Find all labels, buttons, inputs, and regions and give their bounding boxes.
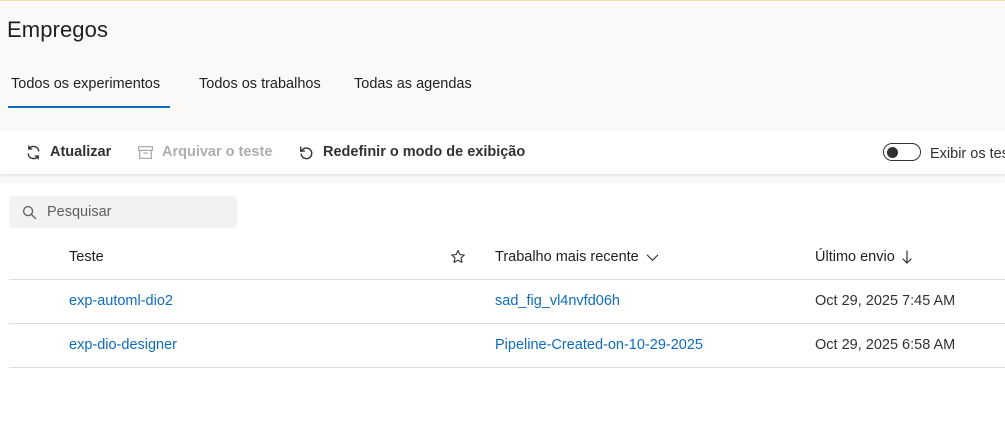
experiment-link[interactable]: exp-automl-dio2 [69,279,173,323]
show-toggle[interactable] [883,143,921,161]
latest-job-link[interactable]: Pipeline-Created-on-10-29-2025 [495,323,703,367]
reset-view-button[interactable]: Redefinir o modo de exibição [298,130,525,174]
experiment-link[interactable]: exp-dio-designer [69,323,177,367]
search-icon [22,205,37,219]
show-toggle-label: Exibir os tes [930,146,1005,162]
archive-experiment-button[interactable]: Arquivar o teste [137,130,272,174]
tab-all-schedules[interactable]: Todas as agendas [354,76,472,92]
latest-job-link[interactable]: sad_fig_vl4nvfd06h [495,279,620,323]
table-row[interactable]: exp-automl-dio2 sad_fig_vl4nvfd06h Oct 2… [9,279,1005,324]
page-title: Empregos [7,17,109,42]
top-accent-line [0,0,1005,1]
table-header: Teste Trabalho mais recente Último envio [9,235,1005,280]
tab-all-experiments[interactable]: Todos os experimentos [11,76,160,92]
archive-label: Arquivar o teste [162,144,273,160]
command-bar: Atualizar Arquivar o teste Redefinir o m… [0,130,1005,174]
refresh-icon [27,144,40,160]
star-icon [451,249,465,263]
search-input[interactable] [47,204,217,220]
chevron-down-icon [646,254,658,261]
last-submitted-value: Oct 29, 2025 6:58 AM [815,337,956,353]
column-header-latest-job-label: Trabalho mais recente [495,249,639,265]
reset-view-label: Redefinir o modo de exibição [323,144,526,160]
tab-all-jobs[interactable]: Todos os trabalhos [199,76,321,92]
column-header-last-submitted-label: Último envio [815,249,895,265]
table-row[interactable]: exp-dio-designer Pipeline-Created-on-10-… [9,323,1005,368]
search-box[interactable] [9,196,237,228]
refresh-button[interactable]: Atualizar [25,130,111,174]
archive-icon [137,145,154,159]
active-tab-indicator [8,106,170,108]
column-header-last-submitted[interactable]: Último envio [815,235,913,279]
column-header-latest-job[interactable]: Trabalho mais recente [495,235,660,279]
reset-icon [299,145,313,159]
favorite-column[interactable] [450,235,466,279]
experiments-panel: Teste Trabalho mais recente Último envio… [0,183,1005,436]
last-submitted-value: Oct 29, 2025 7:45 AM [815,293,956,309]
toggle-knob [887,146,898,158]
refresh-label: Atualizar [50,144,112,160]
sort-down-arrow-icon [902,250,912,264]
column-header-experiment[interactable]: Teste [69,235,104,279]
